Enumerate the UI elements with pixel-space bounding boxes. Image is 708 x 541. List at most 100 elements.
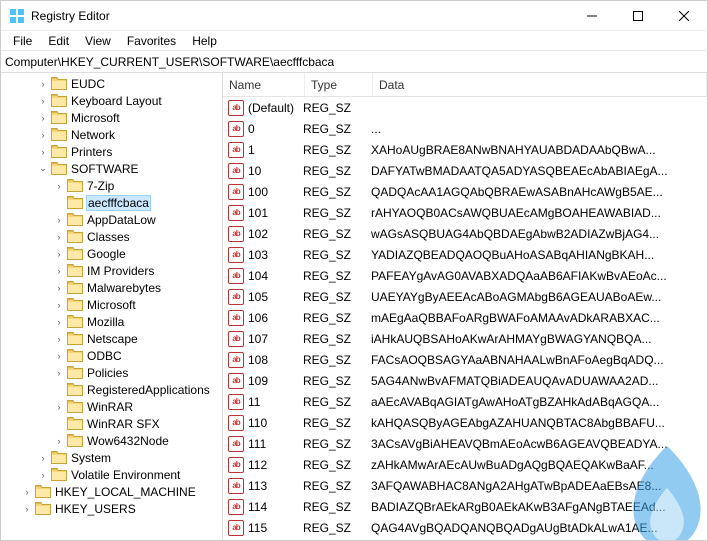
- tree-node[interactable]: › Classes: [1, 228, 222, 245]
- tree-node[interactable]: › IM Providers: [1, 262, 222, 279]
- chevron-right-icon[interactable]: ›: [53, 316, 65, 328]
- chevron-right-icon[interactable]: ›: [37, 95, 49, 107]
- tree-node[interactable]: WinRAR SFX: [1, 415, 222, 432]
- tree-node[interactable]: › System: [1, 449, 222, 466]
- chevron-right-icon[interactable]: ›: [53, 299, 65, 311]
- tree-node[interactable]: ⌄ SOFTWARE: [1, 160, 222, 177]
- chevron-right-icon[interactable]: ›: [37, 452, 49, 464]
- tree-node[interactable]: › EUDC: [1, 75, 222, 92]
- values-panel[interactable]: Name Type Data ab(Default)REG_SZab0REG_S…: [223, 73, 707, 540]
- folder-icon: [67, 366, 83, 380]
- tree-node[interactable]: › Microsoft: [1, 296, 222, 313]
- table-row[interactable]: ab109REG_SZ5AG4ANwBvAFMATQBiADEAUQAvADUA…: [223, 370, 707, 391]
- column-header-data[interactable]: Data: [373, 73, 707, 96]
- column-header-type[interactable]: Type: [305, 73, 373, 96]
- string-value-icon: ab: [227, 520, 245, 536]
- tree-node[interactable]: › Printers: [1, 143, 222, 160]
- table-row[interactable]: ab10REG_SZDAFYATwBMADAATQA5ADYASQBEAEcAb…: [223, 160, 707, 181]
- string-value-icon: ab: [227, 247, 245, 263]
- tree-node[interactable]: › HKEY_USERS: [1, 500, 222, 517]
- chevron-right-icon[interactable]: ›: [37, 129, 49, 141]
- chevron-right-icon[interactable]: ›: [53, 231, 65, 243]
- minimize-button[interactable]: [569, 1, 615, 31]
- menu-file[interactable]: File: [5, 32, 40, 50]
- table-row[interactable]: ab110REG_SZkAHQASQByAGEAbgAZAHUANQBTAC8A…: [223, 412, 707, 433]
- chevron-right-icon[interactable]: ›: [53, 333, 65, 345]
- tree-node[interactable]: › AppDataLow: [1, 211, 222, 228]
- table-row[interactable]: ab103REG_SZYADIAZQBEADQAOQBuAHoASABqAHIA…: [223, 244, 707, 265]
- tree-panel[interactable]: › EUDC› Keyboard Layout› Microsoft› Netw…: [1, 73, 223, 540]
- value-name: 10: [248, 164, 303, 178]
- table-row[interactable]: ab104REG_SZPAFEAYgAvAG0AVABXADQAaAB6AFIA…: [223, 265, 707, 286]
- chevron-right-icon[interactable]: ›: [53, 265, 65, 277]
- tree-node[interactable]: › WinRAR: [1, 398, 222, 415]
- string-value-icon: ab: [227, 184, 245, 200]
- tree-node[interactable]: › Volatile Environment: [1, 466, 222, 483]
- chevron-right-icon[interactable]: ›: [53, 248, 65, 260]
- tree-node[interactable]: aecfffcbaca: [1, 194, 222, 211]
- tree-node[interactable]: › HKEY_LOCAL_MACHINE: [1, 483, 222, 500]
- folder-icon: [51, 468, 67, 482]
- table-row[interactable]: ab(Default)REG_SZ: [223, 97, 707, 118]
- menu-view[interactable]: View: [77, 32, 119, 50]
- close-button[interactable]: [661, 1, 707, 31]
- menu-favorites[interactable]: Favorites: [119, 32, 184, 50]
- tree-node[interactable]: › Microsoft: [1, 109, 222, 126]
- chevron-right-icon[interactable]: ›: [21, 486, 33, 498]
- table-row[interactable]: ab100REG_SZQADQAcAA1AGQAbQBRAEwASABnAHcA…: [223, 181, 707, 202]
- menu-edit[interactable]: Edit: [40, 32, 77, 50]
- table-row[interactable]: ab107REG_SZiAHkAUQBSAHoAKwArAHMAYgBWAGYA…: [223, 328, 707, 349]
- table-row[interactable]: ab106REG_SZmAEgAaQBBAFoARgBWAFoAMAAvADkA…: [223, 307, 707, 328]
- chevron-right-icon[interactable]: ›: [53, 282, 65, 294]
- table-row[interactable]: ab111REG_SZ3ACsAVgBiAHEAVQBmAEoAcwB6AGEA…: [223, 433, 707, 454]
- tree-node[interactable]: › Network: [1, 126, 222, 143]
- value-data: YADIAZQBEADQAOQBuAHoASABqAHIANgBKAH...: [371, 248, 707, 262]
- tree-node[interactable]: › Malwarebytes: [1, 279, 222, 296]
- chevron-right-icon[interactable]: ›: [37, 78, 49, 90]
- chevron-right-icon[interactable]: ›: [21, 503, 33, 515]
- tree-node[interactable]: › Netscape: [1, 330, 222, 347]
- chevron-down-icon[interactable]: ⌄: [37, 163, 49, 175]
- table-row[interactable]: ab102REG_SZwAGsASQBUAG4AbQBDAEgAbwB2ADIA…: [223, 223, 707, 244]
- tree-node[interactable]: › Google: [1, 245, 222, 262]
- table-row[interactable]: ab108REG_SZFACsAOQBSAGYAaABNAHAALwBnAFoA…: [223, 349, 707, 370]
- tree-node[interactable]: › Keyboard Layout: [1, 92, 222, 109]
- chevron-right-icon[interactable]: ›: [53, 180, 65, 192]
- table-row[interactable]: ab11REG_SZaAEcAVABqAGIATgAwAHoATgBZAHkAd…: [223, 391, 707, 412]
- table-row[interactable]: ab1REG_SZXAHoAUgBRAE8ANwBNAHYAUABDADAAbQ…: [223, 139, 707, 160]
- tree-node[interactable]: RegisteredApplications: [1, 381, 222, 398]
- value-data: 5AG4ANwBvAFMATQBiADEAUQAvADUAWAA2AD...: [371, 374, 707, 388]
- tree-node-label: Classes: [87, 230, 130, 244]
- tree-node-label: aecfffcbaca: [87, 196, 150, 210]
- tree-node[interactable]: › Wow6432Node: [1, 432, 222, 449]
- tree-node[interactable]: › ODBC: [1, 347, 222, 364]
- chevron-right-icon[interactable]: ›: [53, 214, 65, 226]
- tree-node[interactable]: › Policies: [1, 364, 222, 381]
- value-type: REG_SZ: [303, 353, 371, 367]
- address-input[interactable]: [5, 55, 703, 69]
- table-row[interactable]: ab113REG_SZ3AFQAWABHAC8ANgA2AHgATwBpADEA…: [223, 475, 707, 496]
- table-row[interactable]: ab115REG_SZQAG4AVgBQADQANQBQADgAUgBtADkA…: [223, 517, 707, 538]
- tree-node[interactable]: › 7-Zip: [1, 177, 222, 194]
- menu-help[interactable]: Help: [184, 32, 225, 50]
- table-row[interactable]: ab0REG_SZ...: [223, 118, 707, 139]
- chevron-right-icon[interactable]: ›: [53, 367, 65, 379]
- chevron-right-icon[interactable]: ›: [37, 146, 49, 158]
- column-header-name[interactable]: Name: [223, 73, 305, 96]
- table-row[interactable]: ab116REG_SZ3AGoANABSAC8AZABSAGYAYgBDAEwA…: [223, 538, 707, 540]
- table-row[interactable]: ab101REG_SZrAHYAOQB0ACsAWQBUAEcAMgBOAHEA…: [223, 202, 707, 223]
- value-name: 100: [248, 185, 303, 199]
- maximize-button[interactable]: [615, 1, 661, 31]
- table-row[interactable]: ab112REG_SZzAHkAMwArAEcAUwBuADgAQgBQAEQA…: [223, 454, 707, 475]
- chevron-right-icon[interactable]: ›: [37, 469, 49, 481]
- chevron-right-icon[interactable]: ›: [37, 112, 49, 124]
- chevron-right-icon[interactable]: ›: [53, 435, 65, 447]
- table-row[interactable]: ab114REG_SZBADIAZQBrAEkARgB0AEkAKwB3AFgA…: [223, 496, 707, 517]
- table-row[interactable]: ab105REG_SZUAEYAYgByAEEAcABoAGMAbgB6AGEA…: [223, 286, 707, 307]
- tree-node[interactable]: › Mozilla: [1, 313, 222, 330]
- value-name: 115: [248, 521, 303, 535]
- chevron-right-icon[interactable]: ›: [53, 350, 65, 362]
- tree-node-label: Microsoft: [87, 298, 136, 312]
- chevron-right-icon[interactable]: ›: [53, 401, 65, 413]
- tree-node-label: WinRAR SFX: [87, 417, 160, 431]
